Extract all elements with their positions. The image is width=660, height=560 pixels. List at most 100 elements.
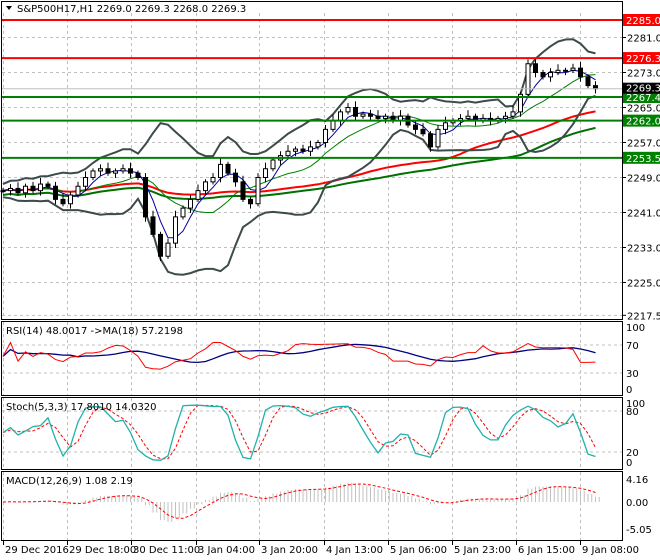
candle-body xyxy=(128,168,133,174)
candle-body xyxy=(143,177,148,218)
rsi-tick-label: 70 xyxy=(626,341,639,352)
candle-body xyxy=(105,168,111,174)
price-panel-frame xyxy=(1,1,623,320)
candle-body xyxy=(585,76,591,87)
candle-body xyxy=(525,63,531,95)
candle-body xyxy=(83,177,88,187)
y-tick-label: 2249.0 xyxy=(627,174,660,185)
candle-body xyxy=(435,128,441,148)
candle-body xyxy=(30,185,36,192)
candle-body xyxy=(548,72,553,78)
candle-body xyxy=(60,198,66,205)
candle-body xyxy=(225,163,231,174)
candle-body xyxy=(180,207,186,218)
y-tick-label: 2265.0 xyxy=(627,104,660,115)
candle-body xyxy=(345,107,351,113)
trading-chart-window: 29 Dec 2016 29 Dec 18:00 30 Dec 11:00 3 Jan… xyxy=(0,0,660,560)
candle-body xyxy=(578,67,583,78)
price-panel[interactable] xyxy=(0,19,622,276)
resistance-level-label: 2276.3 xyxy=(626,54,660,65)
candle-body xyxy=(248,198,253,205)
candle-body xyxy=(255,177,261,205)
stoch-tick-label: 80 xyxy=(626,407,639,418)
candle-body xyxy=(263,168,268,178)
candle-body xyxy=(285,150,291,157)
candle-body xyxy=(218,163,223,178)
candle-body xyxy=(360,113,366,117)
candle-body xyxy=(315,142,321,148)
candle-body xyxy=(368,113,373,117)
candle-body xyxy=(570,67,576,71)
candle-body xyxy=(135,172,141,178)
x-tick-label: 5 Jan 06:00 xyxy=(390,545,447,556)
candle-body xyxy=(510,111,516,117)
candle-body xyxy=(533,63,538,73)
x-tick-label: 3 Jan 04:00 xyxy=(198,545,255,556)
candle-body xyxy=(555,69,561,73)
candle-body xyxy=(293,148,298,152)
candle-body xyxy=(233,172,238,183)
y-tick-label: 2225.0 xyxy=(627,279,660,290)
dropdown-triangle-icon[interactable] xyxy=(6,6,12,10)
symbol-header: S&P500H17,H1 2269.0 2269.3 2268.0 2269.3 xyxy=(17,4,246,15)
stoch-signal-line xyxy=(2,404,596,460)
candle-body xyxy=(300,148,306,152)
candle-body xyxy=(413,124,418,130)
y-tick-label: 2273.0 xyxy=(627,69,660,80)
candle-body xyxy=(330,120,336,130)
y-tick-label: 2233.0 xyxy=(627,244,660,255)
candle-body xyxy=(150,216,156,235)
candle-body xyxy=(8,187,13,192)
candle-body xyxy=(53,185,58,200)
x-tick-label: 6 Jan 15:00 xyxy=(518,545,575,556)
x-tick-label: 9 Jan 08:00 xyxy=(582,545,639,556)
x-tick-label: 5 Jan 23:00 xyxy=(454,545,511,556)
x-tick-label: 29 Dec 2016 xyxy=(5,545,69,556)
candle-body xyxy=(68,194,73,205)
resistance-level-label: 2285.0 xyxy=(626,16,660,27)
support-level-label: 2262.0 xyxy=(626,117,660,128)
y-tick-label: 2281.0 xyxy=(627,34,660,45)
candle-body xyxy=(165,242,171,257)
candle-body xyxy=(270,159,276,170)
candle-body xyxy=(113,170,118,174)
rsi-title: RSI(14) 48.0017 ->MA(18) 57.2198 xyxy=(6,326,183,337)
stoch-tick-label: 0 xyxy=(626,458,632,469)
current-price-label: 2269.3 xyxy=(626,84,660,95)
candle-body xyxy=(323,128,328,143)
y-tick-label: 2257.0 xyxy=(627,139,660,150)
y-tick-label: 2241.0 xyxy=(627,209,660,220)
candle-body xyxy=(75,185,81,196)
chart-canvas[interactable]: 29 Dec 2016 29 Dec 18:0030 Dec 11:003 Jan… xyxy=(0,0,660,560)
candle-body xyxy=(203,181,208,192)
macd-panel[interactable] xyxy=(2,482,600,522)
x-tick-label: 30 Dec 11:00 xyxy=(133,545,200,556)
support-level-label: 2253.5 xyxy=(626,154,660,165)
y-tick-label: 2217.5 xyxy=(627,311,660,322)
rsi-tick-label: 100 xyxy=(626,323,645,334)
candle-body xyxy=(308,146,313,152)
candle-body xyxy=(443,122,448,130)
candle-body xyxy=(188,198,193,209)
candle-body xyxy=(38,183,43,192)
candle-body xyxy=(98,168,103,172)
candle-body xyxy=(195,190,201,200)
candle-body xyxy=(420,128,426,135)
candle-body xyxy=(158,233,163,257)
x-tick-label: 3 Jan 20:00 xyxy=(261,545,318,556)
macd-tick-label: 0.00 xyxy=(626,498,648,509)
bollinger-upper-band xyxy=(2,38,596,186)
rsi-panel[interactable] xyxy=(2,341,596,370)
rsi-tick-label: 30 xyxy=(626,369,639,380)
x-tick-label: 4 Jan 13:00 xyxy=(326,545,383,556)
candle-body xyxy=(210,177,216,183)
candle-body xyxy=(563,69,568,72)
candle-body xyxy=(353,107,358,117)
candle-body xyxy=(240,181,246,200)
macd-title: MACD(12,26,9) 1.08 2.19 xyxy=(6,476,133,487)
candle-body xyxy=(428,133,433,148)
candle-body xyxy=(375,115,381,119)
candle-body xyxy=(15,187,21,194)
axes: 29 Dec 2016 29 Dec 18:0030 Dec 11:003 Jan… xyxy=(3,14,660,556)
candle-body xyxy=(45,183,51,187)
